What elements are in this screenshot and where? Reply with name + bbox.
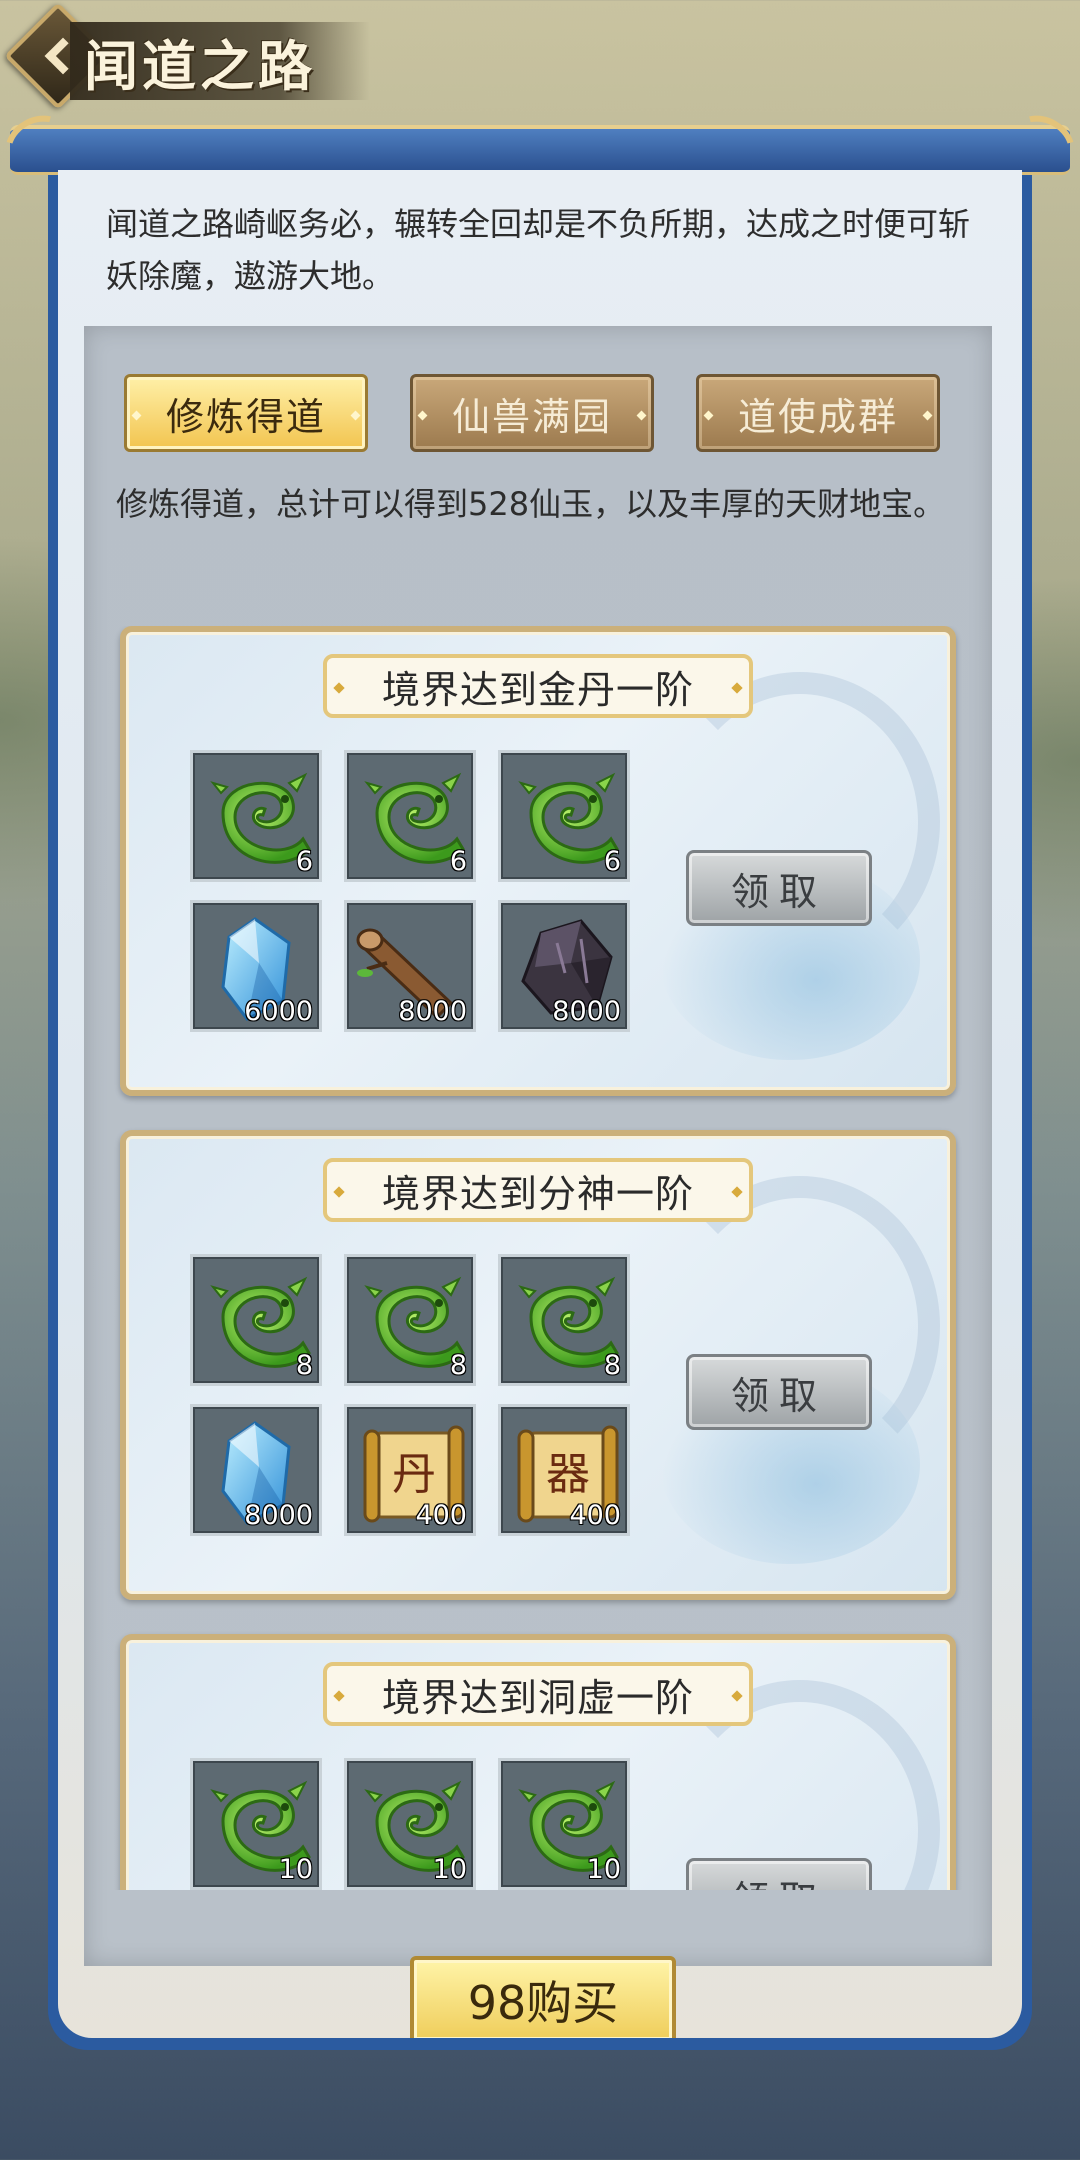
tab-cultivation[interactable]: 修炼得道 (124, 374, 368, 452)
content-area: 修炼得道 仙兽满园 道使成群 修炼得道，总计可以得到528仙玉，以及丰厚的天财地… (84, 326, 992, 1966)
page-title: 闻道之路 (84, 33, 316, 98)
reward-item-slot[interactable]: 6 (498, 750, 630, 882)
reward-item-slot[interactable]: 8 (190, 1254, 322, 1386)
reward-item-slot[interactable]: 8000 (190, 1404, 322, 1536)
reward-item-slot[interactable]: 8000 (498, 900, 630, 1032)
reward-item-slot[interactable]: 8 (498, 1254, 630, 1386)
tab-spirit-beasts[interactable]: 仙兽满园 (410, 374, 654, 452)
item-quantity: 10 (432, 1854, 467, 1885)
scroll-top-rod (0, 103, 1080, 191)
title-plate: 闻道之路 (70, 22, 370, 100)
main-panel: 闻道之路崎岖务必，辗转全回却是不负所期，达成之时便可斩妖除魔，遨游大地。 修炼得… (58, 170, 1022, 2038)
milestone-title: 境界达到洞虚一阶 (323, 1662, 753, 1726)
reward-item-slot[interactable]: 6 (344, 750, 476, 882)
item-quantity: 8000 (244, 1500, 313, 1531)
reward-item-slot[interactable]: 6 (190, 750, 322, 882)
item-quantity: 6 (449, 846, 467, 877)
claim-button[interactable]: 领取 (686, 1858, 872, 1890)
reward-card: 境界达到洞虚一阶 10 10 10 领取 (120, 1634, 956, 1890)
tab-description: 修炼得道，总计可以得到528仙玉，以及丰厚的天财地宝。 (116, 485, 946, 523)
reward-item-slot[interactable]: 8000 (344, 900, 476, 1032)
item-quantity: 10 (586, 1854, 621, 1885)
reward-item-slot[interactable]: 10 (498, 1758, 630, 1890)
item-quantity: 6000 (244, 996, 313, 1027)
scroll-glyph: 器 (546, 1449, 590, 1500)
claim-button[interactable]: 领取 (686, 850, 872, 926)
reward-card: 境界达到分神一阶 8 8 8 8000 丹 400 器 400 领取 (120, 1130, 956, 1600)
reward-item-slot[interactable]: 6000 (190, 900, 322, 1032)
item-quantity: 400 (415, 1500, 467, 1531)
item-quantity: 8000 (398, 996, 467, 1027)
milestone-title: 境界达到分神一阶 (323, 1158, 753, 1222)
item-quantity: 8 (449, 1350, 467, 1381)
buy-button[interactable]: 98购买 (410, 1956, 676, 2038)
item-quantity: 6 (603, 846, 621, 877)
reward-item-slot[interactable]: 10 (344, 1758, 476, 1890)
item-quantity: 8 (603, 1350, 621, 1381)
reward-item-slot[interactable]: 丹 400 (344, 1404, 476, 1536)
tab-dao-envoys[interactable]: 道使成群 (696, 374, 940, 452)
reward-item-slot[interactable]: 器 400 (498, 1404, 630, 1536)
item-quantity: 8000 (552, 996, 621, 1027)
claim-button[interactable]: 领取 (686, 1354, 872, 1430)
item-quantity: 6 (295, 846, 313, 877)
item-quantity: 10 (278, 1854, 313, 1885)
reward-list[interactable]: 境界达到金丹一阶 6 6 6 6000 8000 8000 领取 境界达到分神一… (84, 626, 992, 1890)
reward-item-slot[interactable]: 8 (344, 1254, 476, 1386)
reward-item-slot[interactable]: 10 (190, 1758, 322, 1890)
item-quantity: 400 (569, 1500, 621, 1531)
reward-card: 境界达到金丹一阶 6 6 6 6000 8000 8000 领取 (120, 626, 956, 1096)
intro-text: 闻道之路崎岖务必，辗转全回却是不负所期，达成之时便可斩妖除魔，遨游大地。 (106, 205, 971, 295)
scroll-glyph: 丹 (392, 1449, 436, 1500)
item-quantity: 8 (295, 1350, 313, 1381)
milestone-title: 境界达到金丹一阶 (323, 654, 753, 718)
